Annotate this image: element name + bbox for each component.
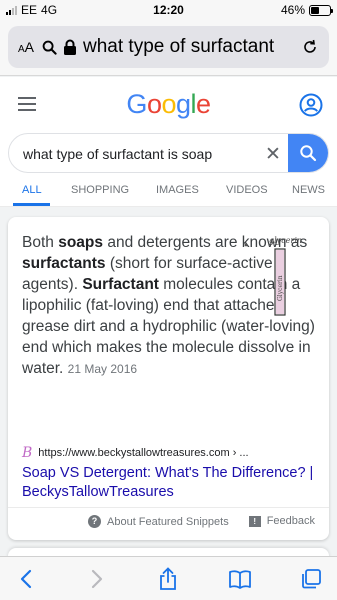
- logo-letter: e: [196, 89, 211, 119]
- share-button[interactable]: [156, 567, 180, 591]
- logo-letter: g: [176, 89, 191, 119]
- result-title-link[interactable]: Soap VS Detergent: What's The Difference…: [22, 464, 322, 502]
- tab-news[interactable]: NEWS: [292, 184, 325, 196]
- search-area: what type of surfactant is soap ✕: [0, 131, 337, 177]
- safari-address-bar: AA what type of surfactant: [0, 20, 337, 76]
- highlight-soaps: soaps: [58, 234, 104, 251]
- back-button[interactable]: [14, 567, 38, 591]
- bookmarks-icon: [229, 570, 251, 589]
- google-header: Google: [0, 77, 337, 131]
- feedback-icon: !: [248, 515, 261, 527]
- diagram-label-side: Glycerin: [277, 275, 284, 301]
- tab-shopping[interactable]: SHOPPING: [71, 184, 129, 196]
- safari-toolbar: [0, 556, 337, 600]
- snippet-footer: ? About Featured Snippets ! Feedback: [8, 512, 329, 534]
- about-featured-snippets-link[interactable]: ? About Featured Snippets: [88, 515, 229, 528]
- lock-icon: [64, 39, 77, 55]
- help-icon: ?: [88, 515, 101, 528]
- logo-letter: o: [161, 89, 176, 119]
- forward-icon: [91, 569, 103, 589]
- featured-snippet-card: Both soaps and detergents are known as s…: [8, 217, 329, 540]
- feedback-label: Feedback: [266, 515, 315, 527]
- source-url[interactable]: https://www.beckystallowtreasures.com › …: [38, 447, 248, 459]
- tab-videos[interactable]: VIDEOS: [226, 184, 268, 196]
- logo-letter: G: [126, 89, 147, 119]
- tab-all[interactable]: ALL: [22, 184, 42, 196]
- snippet-date: 21 May 2016: [67, 362, 138, 376]
- share-icon: [160, 567, 176, 590]
- back-icon: [20, 569, 32, 589]
- status-right: 46%: [280, 3, 333, 17]
- logo-letter: o: [146, 89, 162, 119]
- search-query[interactable]: what type of surfactant is soap: [23, 146, 212, 162]
- forward-button[interactable]: [85, 567, 109, 591]
- battery-fill: [311, 6, 320, 14]
- highlight-surfactants: surfactants: [22, 255, 106, 272]
- battery-icon: [309, 4, 333, 16]
- source-row[interactable]: B https://www.beckystallowtreasures.com …: [22, 445, 249, 461]
- highlight-surfactant: Surfactant: [82, 276, 159, 293]
- url-field[interactable]: AA what type of surfactant: [8, 26, 329, 68]
- google-logo[interactable]: Google: [0, 89, 337, 120]
- divider: [8, 507, 329, 508]
- about-label: About Featured Snippets: [107, 515, 229, 528]
- text-size-button[interactable]: AA: [18, 39, 34, 55]
- search-input[interactable]: what type of surfactant is soap ✕: [8, 133, 329, 173]
- status-bar: EE 4G 12:20 46%: [0, 0, 337, 20]
- tabs-button[interactable]: [299, 567, 323, 591]
- search-tabs: ALL SHOPPING IMAGES VIDEOS NEWS: [0, 177, 337, 207]
- diagram-label-top: glycerin: [269, 236, 302, 245]
- active-tab-indicator: [13, 203, 50, 206]
- tabs-icon: [302, 569, 321, 589]
- battery-percent: 46%: [280, 3, 305, 17]
- account-icon[interactable]: [299, 93, 323, 117]
- clear-icon[interactable]: ✕: [265, 143, 281, 166]
- url-text: what type of surfactant: [83, 36, 275, 57]
- search-icon: [300, 145, 317, 162]
- search-icon: [42, 40, 57, 55]
- bookmarks-button[interactable]: [228, 567, 252, 591]
- feedback-link[interactable]: ! Feedback: [248, 515, 315, 527]
- search-button[interactable]: [288, 134, 328, 172]
- tab-images[interactable]: IMAGES: [156, 184, 199, 196]
- glycerin-diagram-image[interactable]: glycerin Glycerin: [240, 229, 318, 329]
- reload-icon[interactable]: [301, 38, 319, 56]
- site-favicon: B: [22, 445, 33, 461]
